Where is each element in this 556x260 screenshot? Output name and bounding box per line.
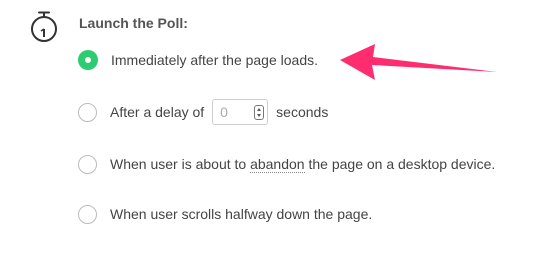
delay-seconds-value: 0 bbox=[220, 104, 228, 120]
radio-scroll[interactable] bbox=[78, 204, 97, 224]
option-delay-label-before: After a delay of bbox=[110, 104, 205, 120]
option-abandon-label-before: When user is about to bbox=[110, 156, 251, 172]
chevron-up-icon[interactable] bbox=[257, 107, 262, 111]
option-scroll[interactable]: When user scrolls halfway down the page. bbox=[78, 202, 372, 226]
section-title: Launch the Poll: bbox=[79, 15, 188, 31]
option-abandon-label-after: the page on a desktop device. bbox=[304, 156, 496, 172]
radio-delay[interactable] bbox=[78, 102, 97, 122]
option-abandon[interactable]: When user is about to abandon the page o… bbox=[78, 152, 495, 176]
radio-immediately[interactable] bbox=[78, 50, 98, 70]
option-immediately-label: Immediately after the page loads. bbox=[111, 52, 319, 68]
option-delay-label-after: seconds bbox=[276, 104, 329, 120]
option-scroll-label: When user scrolls halfway down the page. bbox=[110, 206, 373, 222]
stopwatch-icon bbox=[31, 11, 57, 42]
stepper-icon[interactable] bbox=[254, 104, 265, 120]
chevron-down-icon[interactable] bbox=[257, 113, 262, 117]
option-abandon-label: When user is about to abandon the page o… bbox=[110, 156, 496, 173]
delay-seconds-input[interactable]: 0 bbox=[212, 99, 269, 125]
abandon-tooltip-term[interactable]: abandon bbox=[250, 156, 305, 173]
option-immediately[interactable]: Immediately after the page loads. bbox=[78, 48, 318, 72]
radio-abandon[interactable] bbox=[78, 154, 97, 174]
option-delay[interactable]: After a delay of 0 seconds bbox=[78, 99, 329, 125]
